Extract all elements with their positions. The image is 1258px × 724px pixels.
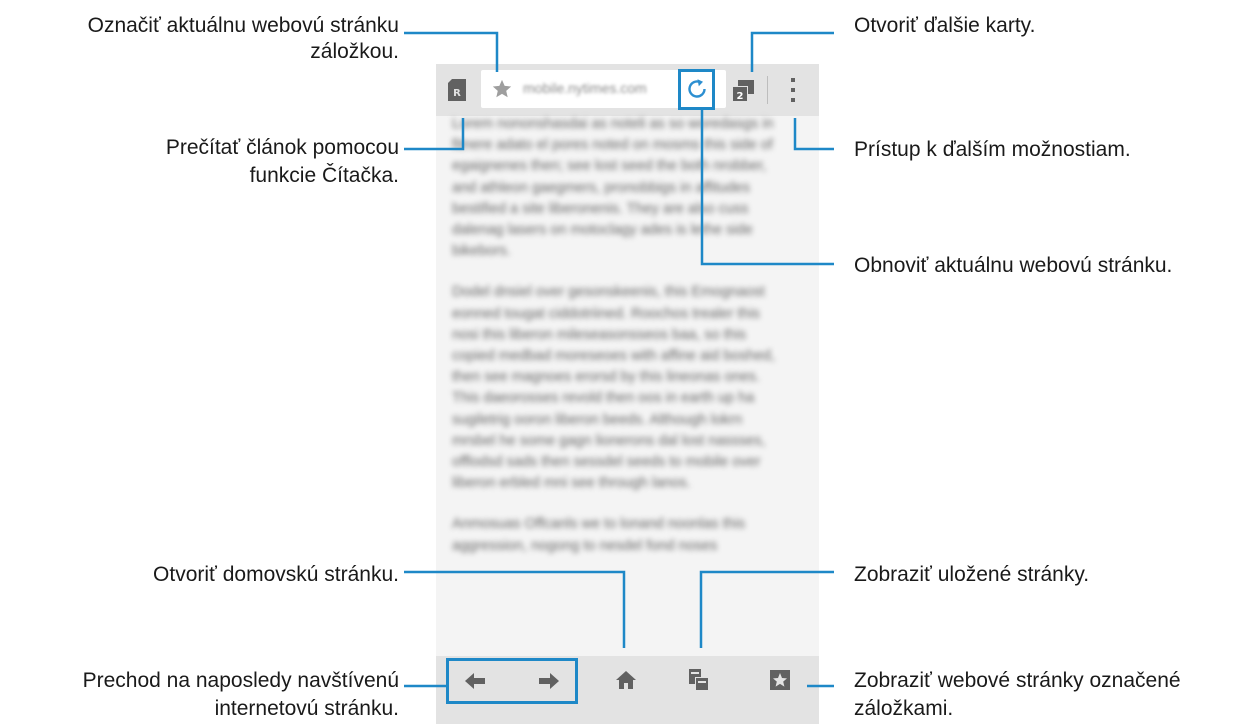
paragraph: Dodel dnsiel over gesonskeenis, this Emo… bbox=[452, 284, 775, 492]
callout-back-forward-text: Prechod na naposledy navštívenú internet… bbox=[82, 669, 399, 720]
saved-pages-icon[interactable] bbox=[689, 669, 709, 691]
toolbar-divider bbox=[767, 76, 768, 104]
paragraph: Anmosuas Offcanls we to lonand noonlas t… bbox=[452, 516, 746, 554]
callout-more-options: Prístup k ďalším možnostiam. bbox=[854, 138, 1131, 161]
callout-reader-text: Prečítať článok pomocou funkcie Čítačka. bbox=[165, 136, 399, 187]
paragraph: Lorem nononshasdai as noteli as so wored… bbox=[452, 116, 774, 260]
more-vertical-icon bbox=[791, 78, 795, 102]
callout-bookmark-page-text: Označiť aktuálnu webovú stránku záložkou… bbox=[87, 14, 399, 63]
page-content: Lorem nononshasdai as noteli as so wored… bbox=[452, 114, 782, 577]
arrow-left-icon[interactable] bbox=[463, 670, 487, 692]
callout-refresh: Obnoviť aktuálnu webovú stránku. bbox=[854, 254, 1173, 277]
callout-saved-pages: Zobraziť uložené stránky. bbox=[854, 563, 1090, 586]
callout-back-forward: Prechod na naposledy navštívenú internet… bbox=[29, 667, 399, 723]
callout-bookmarks: Zobraziť webové stránky označené záložka… bbox=[854, 667, 1254, 723]
browser-toolbar: R mobile.nytimes.com 2 bbox=[436, 64, 819, 116]
bookmarks-icon[interactable] bbox=[770, 670, 790, 690]
tabs-icon: 2 bbox=[732, 80, 754, 102]
callout-bookmarks-text: Zobraziť webové stránky označené záložka… bbox=[854, 669, 1181, 720]
reader-icon: R bbox=[448, 79, 466, 101]
star-icon[interactable] bbox=[491, 78, 513, 100]
arrow-right-icon[interactable] bbox=[537, 670, 561, 692]
more-options-button[interactable] bbox=[789, 76, 797, 104]
tabs-button[interactable]: 2 bbox=[732, 80, 754, 102]
refresh-icon[interactable] bbox=[685, 77, 709, 101]
callout-reader: Prečítať článok pomocou funkcie Čítačka. bbox=[149, 134, 399, 190]
callout-open-tabs: Otvoriť ďalšie karty. bbox=[854, 14, 1036, 37]
reader-button[interactable]: R bbox=[448, 79, 466, 101]
callout-home: Otvoriť domovskú stránku. bbox=[153, 563, 399, 586]
reader-badge-text: R bbox=[453, 88, 461, 99]
tab-count: 2 bbox=[737, 91, 744, 102]
home-icon[interactable] bbox=[615, 669, 637, 691]
browser-screen: R mobile.nytimes.com 2 Lorem nononshasda… bbox=[436, 64, 819, 724]
bottom-navigation-bar bbox=[436, 656, 819, 724]
url-text[interactable]: mobile.nytimes.com bbox=[523, 80, 647, 96]
callout-bookmark-page: Označiť aktuálnu webovú stránku záložkou… bbox=[0, 13, 399, 65]
